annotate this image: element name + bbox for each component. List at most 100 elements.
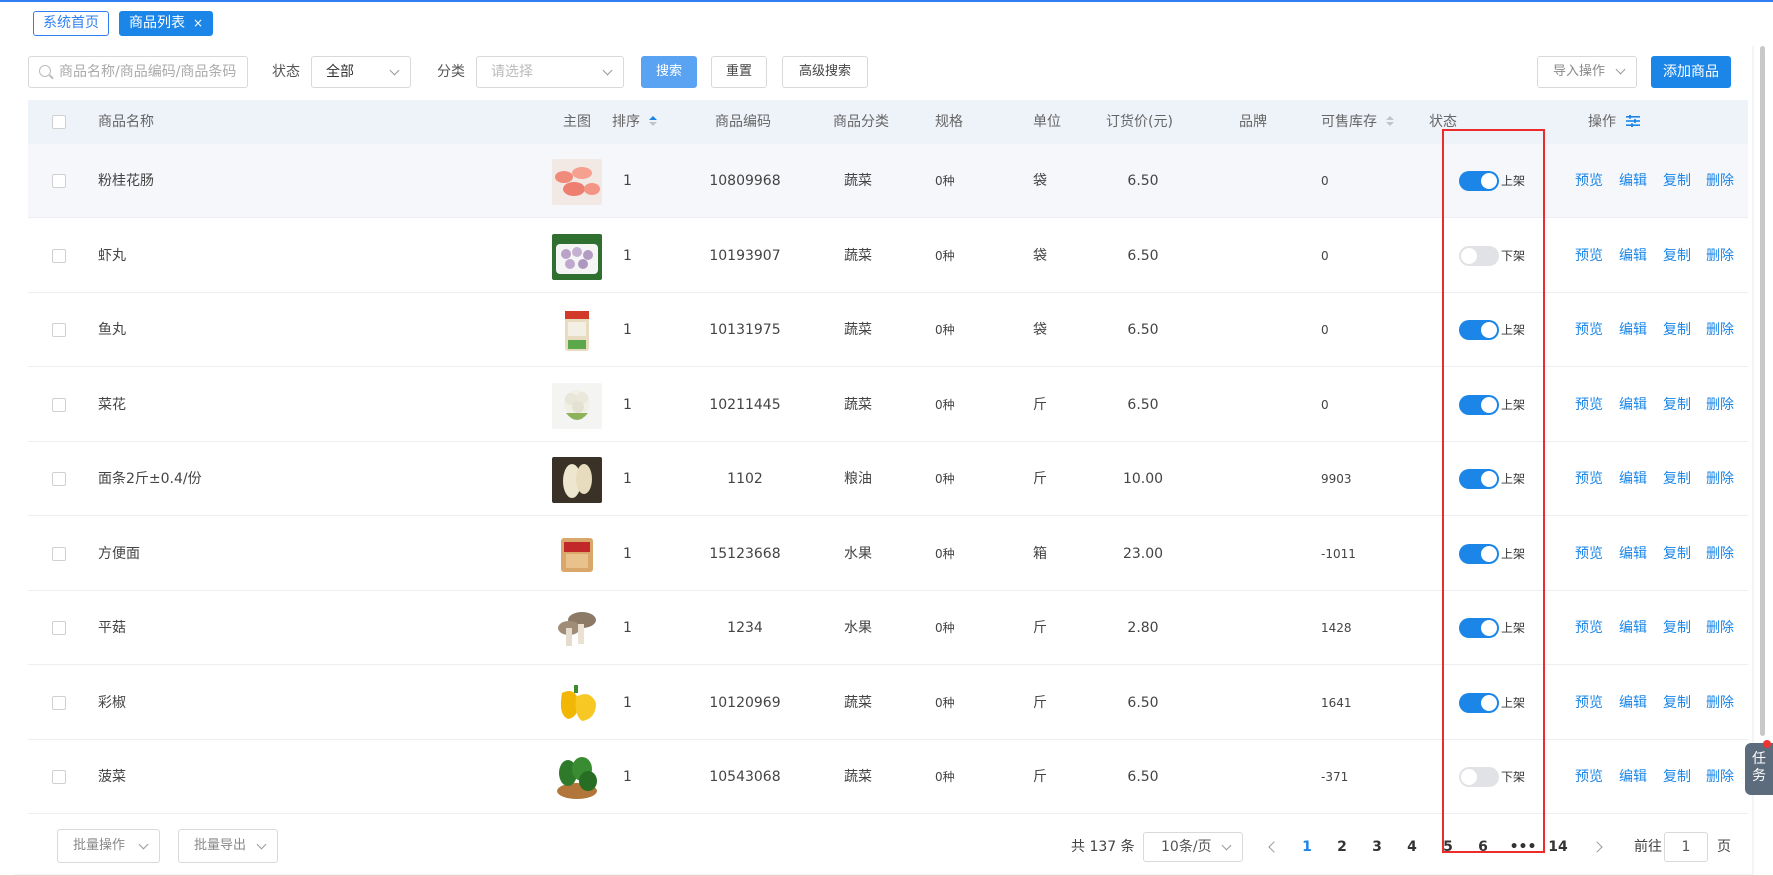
col-sort[interactable]: 排序 (612, 100, 658, 144)
sort-value: 1 (623, 620, 632, 636)
row-checkbox[interactable] (52, 174, 66, 188)
copy-link[interactable]: 复制 (1663, 219, 1691, 293)
column-settings-icon[interactable] (1626, 115, 1641, 127)
edit-link[interactable]: 编辑 (1619, 666, 1647, 740)
col-brand: 品牌 (1239, 114, 1267, 130)
batch-export-button[interactable]: 批量导出 (178, 829, 278, 863)
product-image (552, 159, 602, 205)
row-checkbox[interactable] (52, 323, 66, 337)
advanced-search-button[interactable]: 高级搜索 (782, 56, 868, 88)
delete-link[interactable]: 删除 (1706, 144, 1734, 218)
edit-link[interactable]: 编辑 (1619, 442, 1647, 516)
delete-link[interactable]: 删除 (1706, 591, 1734, 665)
row-checkbox[interactable] (52, 249, 66, 263)
copy-link[interactable]: 复制 (1663, 740, 1691, 814)
tab-product-list[interactable]: 商品列表 × (119, 11, 214, 36)
edit-link[interactable]: 编辑 (1619, 219, 1647, 293)
row-checkbox[interactable] (52, 696, 66, 710)
row-checkbox[interactable] (52, 621, 66, 635)
vertical-scrollbar[interactable] (1760, 46, 1765, 736)
product-stock: 9903 (1321, 472, 1352, 486)
edit-link[interactable]: 编辑 (1619, 368, 1647, 442)
page-number[interactable]: 1 (1292, 832, 1322, 862)
batch-ops-button[interactable]: 批量操作 (57, 829, 160, 863)
delete-link[interactable]: 删除 (1706, 293, 1734, 367)
preview-link[interactable]: 预览 (1575, 591, 1603, 665)
row-checkbox[interactable] (52, 472, 66, 486)
col-ops-label: 操作 (1588, 114, 1616, 130)
reset-button[interactable]: 重置 (711, 56, 767, 88)
close-icon[interactable]: × (193, 16, 203, 30)
search-input[interactable]: 商品名称/商品编码/商品条码 (28, 56, 248, 88)
page-size-select[interactable]: 10条/页 (1143, 832, 1243, 862)
product-price: 6.50 (1127, 248, 1159, 264)
col-image: 主图 (563, 114, 591, 130)
tab-home[interactable]: 系统首页 (33, 11, 109, 36)
edit-link[interactable]: 编辑 (1619, 591, 1647, 665)
product-category: 粮油 (844, 471, 872, 487)
copy-link[interactable]: 复制 (1663, 144, 1691, 218)
product-name: 菜花 (98, 397, 126, 413)
edit-link[interactable]: 编辑 (1619, 293, 1647, 367)
delete-link[interactable]: 删除 (1706, 666, 1734, 740)
edit-link[interactable]: 编辑 (1619, 517, 1647, 591)
import-dropdown-button[interactable]: 导入操作 (1537, 56, 1637, 88)
col-sort-label: 排序 (612, 114, 640, 130)
product-category: 蔬菜 (844, 695, 872, 711)
add-product-button[interactable]: 添加商品 (1651, 56, 1731, 88)
next-page-icon[interactable] (1591, 841, 1603, 853)
row-checkbox[interactable] (52, 398, 66, 412)
category-filter-label: 分类 (437, 64, 465, 80)
select-all-checkbox[interactable] (52, 115, 66, 129)
preview-link[interactable]: 预览 (1575, 517, 1603, 591)
task-button[interactable]: 任务 (1745, 740, 1773, 795)
row-checkbox[interactable] (52, 547, 66, 561)
preview-link[interactable]: 预览 (1575, 144, 1603, 218)
page-number[interactable]: 5 (1433, 832, 1463, 862)
sort-value: 1 (623, 248, 632, 264)
page-size-value: 10条/页 (1161, 839, 1212, 855)
copy-link[interactable]: 复制 (1663, 517, 1691, 591)
preview-link[interactable]: 预览 (1575, 368, 1603, 442)
product-stock: -371 (1321, 770, 1349, 784)
product-price: 6.50 (1127, 695, 1159, 711)
status-select-value: 全部 (326, 64, 354, 80)
copy-link[interactable]: 复制 (1663, 368, 1691, 442)
col-stock[interactable]: 可售库存 (1321, 100, 1395, 144)
page-number[interactable]: 4 (1397, 832, 1427, 862)
delete-link[interactable]: 删除 (1706, 740, 1734, 814)
col-name: 商品名称 (98, 114, 154, 130)
product-unit: 袋 (1033, 173, 1047, 189)
product-name: 平菇 (98, 620, 126, 636)
category-select-placeholder: 请选择 (491, 64, 533, 80)
notification-dot (1763, 740, 1771, 748)
page-number[interactable]: 14 (1543, 832, 1573, 862)
category-select[interactable]: 请选择 (476, 56, 624, 88)
product-unit: 斤 (1033, 695, 1047, 711)
delete-link[interactable]: 删除 (1706, 219, 1734, 293)
preview-link[interactable]: 预览 (1575, 219, 1603, 293)
preview-link[interactable]: 预览 (1575, 666, 1603, 740)
preview-link[interactable]: 预览 (1575, 740, 1603, 814)
copy-link[interactable]: 复制 (1663, 293, 1691, 367)
row-checkbox[interactable] (52, 770, 66, 784)
delete-link[interactable]: 删除 (1706, 442, 1734, 516)
page-number[interactable]: 3 (1362, 832, 1392, 862)
copy-link[interactable]: 复制 (1663, 666, 1691, 740)
page-number[interactable]: 6 (1468, 832, 1498, 862)
preview-link[interactable]: 预览 (1575, 442, 1603, 516)
search-button[interactable]: 搜索 (641, 56, 697, 88)
preview-link[interactable]: 预览 (1575, 293, 1603, 367)
copy-link[interactable]: 复制 (1663, 591, 1691, 665)
product-code: 10193907 (709, 248, 781, 264)
page-number[interactable]: 2 (1327, 832, 1357, 862)
copy-link[interactable]: 复制 (1663, 442, 1691, 516)
goto-page-input[interactable]: 1 (1664, 832, 1708, 862)
pagination-ellipsis[interactable]: ••• (1508, 832, 1538, 862)
edit-link[interactable]: 编辑 (1619, 144, 1647, 218)
prev-page-icon[interactable] (1268, 841, 1280, 853)
delete-link[interactable]: 删除 (1706, 517, 1734, 591)
status-select[interactable]: 全部 (311, 56, 411, 88)
delete-link[interactable]: 删除 (1706, 368, 1734, 442)
edit-link[interactable]: 编辑 (1619, 740, 1647, 814)
